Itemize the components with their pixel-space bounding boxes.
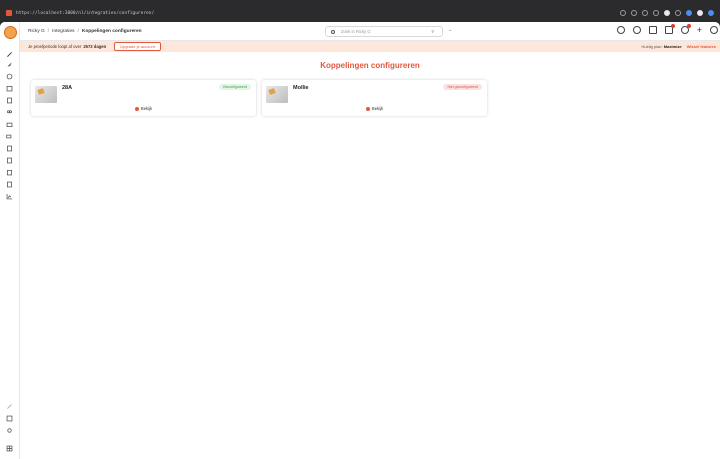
sidebar [0,22,20,459]
integration-card-mollie[interactable]: Mollie Niet geconfigureerd Bekijk [262,80,487,116]
app-window: Ricky G / Integraties / Koppelingen conf… [0,22,720,459]
site-icon [6,10,12,16]
grid-icon[interactable] [5,444,14,453]
status-badge: Niet geconfigureerd [443,84,482,90]
bell-icon[interactable] [680,24,691,34]
breadcrumb-item-integrations[interactable]: Integraties [52,29,74,34]
plan-name: Maximize [663,44,682,49]
search-placeholder: Zoek in Ricky G [341,29,371,34]
users-icon[interactable] [5,108,14,117]
breadcrumb: Ricky G / Integraties / Koppelingen conf… [28,29,142,34]
eye-icon [134,106,139,111]
invoice-icon[interactable] [5,144,14,153]
rocket-icon[interactable] [5,60,14,69]
calendar-icon[interactable] [5,84,14,93]
extension-icon[interactable] [620,10,626,16]
chevron-down-icon[interactable]: ⌄ [448,27,452,33]
dashboard-icon[interactable] [5,72,14,81]
report-icon[interactable] [5,180,14,189]
integration-name: 28A [62,85,73,91]
extension-icon[interactable] [653,10,659,16]
chart-icon[interactable] [5,192,14,201]
plus-icon[interactable]: + [697,26,702,35]
trial-days: 2573 dagen [83,44,107,49]
fox-logo-icon[interactable] [4,26,17,39]
integration-image [266,86,288,103]
notification-badge [670,24,675,28]
extension-icon[interactable] [708,10,714,16]
topbar: Ricky G / Integraties / Koppelingen conf… [20,22,720,41]
inbox-icon[interactable] [648,26,657,34]
upgrade-button[interactable]: Upgrade je account [114,42,161,51]
address-bar[interactable]: https://localhost:3000/nl/integraties/co… [16,11,154,16]
integration-card-28a[interactable]: 28A Geconfigureerd Bekijk [31,80,256,116]
trial-banner: Je proefperiode loopt af over 2573 dagen… [20,41,720,52]
plan-label: Huidig plan: [641,44,663,49]
integration-name: Mollie [293,85,309,91]
clock-icon[interactable] [616,26,625,34]
extension-icon[interactable] [642,10,648,16]
filter-icon[interactable]: ▿ [431,29,434,35]
integration-image [35,86,57,103]
status-badge: Geconfigureerd [218,84,251,90]
search-icon [331,29,335,34]
eye-icon[interactable] [632,26,641,34]
document-icon[interactable] [5,96,14,105]
extension-icon[interactable] [675,10,681,16]
extension-icon[interactable] [664,10,670,16]
notification-badge [686,24,691,28]
view-link[interactable]: Bekijk [31,106,256,111]
wrench-icon[interactable] [5,50,14,59]
breadcrumb-item-current: Koppelingen configureren [81,28,142,34]
trial-text: Je proefperiode loopt af over [28,44,82,49]
view-link[interactable]: Bekijk [262,106,487,111]
settings-icon[interactable] [5,426,14,435]
clipboard-icon[interactable] [5,168,14,177]
help-icon[interactable] [5,414,14,423]
browser-extension-icons [620,10,714,16]
calculator-icon[interactable] [5,156,14,165]
extension-icon[interactable] [697,10,703,16]
profile-icon[interactable] [686,10,692,16]
breadcrumb-separator: / [77,28,79,34]
extension-icon[interactable] [631,10,637,16]
current-plan: Huidig plan: Maximize Wissel features [642,44,716,49]
search-input[interactable]: Zoek in Ricky G ▿ [325,26,443,37]
page-title: Koppelingen configureren [320,61,420,70]
topbar-actions: + [616,24,718,35]
breadcrumb-separator: / [47,28,50,34]
truck-icon[interactable] [5,132,14,141]
breadcrumb-item-company[interactable]: Ricky G [28,29,45,34]
box-icon[interactable] [5,120,14,129]
user-icon[interactable] [710,26,718,34]
mail-icon[interactable] [664,24,675,34]
eye-icon [365,106,370,111]
wrench-icon[interactable] [5,402,14,411]
switch-features-link[interactable]: Wissel features [687,44,716,49]
